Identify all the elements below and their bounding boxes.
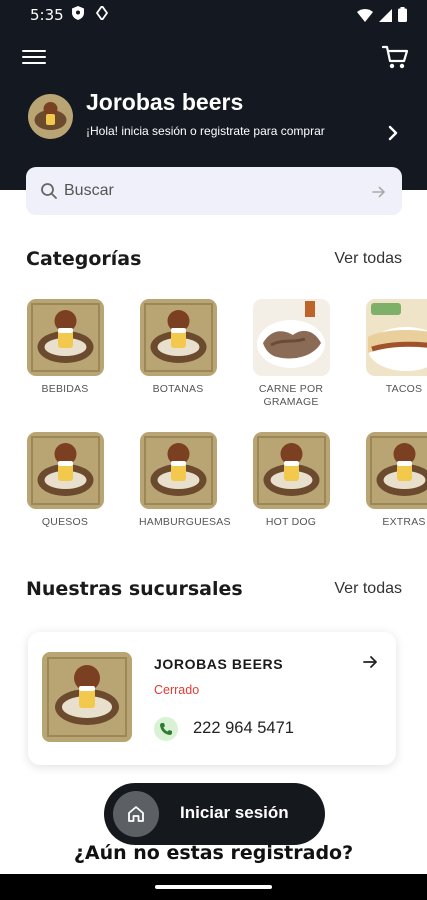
- branch-name: JOROBAS BEERS: [154, 656, 284, 672]
- search-icon: [40, 182, 58, 200]
- battery-icon: [398, 7, 407, 26]
- branches-see-all-link[interactable]: Ver todas: [334, 580, 402, 598]
- menu-icon[interactable]: [22, 46, 46, 66]
- phone-icon[interactable]: [154, 717, 178, 741]
- category-image: [26, 432, 104, 509]
- category-image: [252, 299, 330, 376]
- status-time: 5:35: [30, 6, 64, 24]
- category-item[interactable]: HOT DOG: [252, 432, 330, 529]
- category-item[interactable]: BEBIDAS: [26, 299, 104, 396]
- brand-logo: [28, 94, 73, 139]
- categories-title: Categorías: [26, 248, 142, 270]
- category-label: BEBIDAS: [41, 383, 89, 395]
- category-item[interactable]: CARNE POR GRAMAGE: [252, 299, 330, 409]
- vpn-icon: [95, 4, 109, 23]
- category-item[interactable]: QUESOS: [26, 432, 104, 529]
- category-item[interactable]: EXTRAS: [365, 432, 427, 529]
- status-bar: 5:35: [0, 0, 427, 30]
- branch-phone[interactable]: 222 964 5471: [193, 719, 294, 738]
- home-gesture-handle[interactable]: [155, 885, 272, 889]
- category-item[interactable]: HAMBURGUESAS: [139, 432, 231, 529]
- category-label: TACOS: [385, 383, 423, 395]
- home-icon[interactable]: [113, 791, 159, 837]
- category-label: QUESOS: [41, 516, 89, 528]
- arrow-right-icon[interactable]: [372, 184, 386, 198]
- category-item[interactable]: BOTANAS: [139, 299, 217, 396]
- branch-status: Cerrado: [154, 683, 200, 697]
- categories-see-all-link[interactable]: Ver todas: [334, 250, 402, 268]
- arrow-right-icon[interactable]: [362, 654, 378, 670]
- category-image: [252, 432, 330, 509]
- category-label: CARNE POR GRAMAGE: [258, 383, 324, 408]
- branches-title: Nuestras sucursales: [26, 578, 243, 600]
- shield-icon: [72, 6, 84, 23]
- branch-logo: [42, 652, 132, 742]
- category-label: HOT DOG: [265, 516, 317, 528]
- login-prompt-link[interactable]: ¡Hola! inicia sesión o registrate para c…: [86, 124, 325, 138]
- brand-name: Jorobas beers: [86, 89, 244, 115]
- branch-card[interactable]: JOROBAS BEERS Cerrado 222 964 5471: [28, 632, 396, 765]
- signal-icon: [379, 7, 392, 26]
- category-image: [365, 299, 427, 376]
- category-image: [26, 299, 104, 376]
- login-button[interactable]: Iniciar sesión: [104, 783, 325, 845]
- register-prompt: ¿Aún no estas registrado?: [73, 842, 354, 864]
- search-bar[interactable]: [26, 167, 402, 215]
- system-nav-bar: [0, 874, 427, 900]
- login-button-label: Iniciar sesión: [180, 803, 289, 822]
- chevron-right-icon[interactable]: [387, 125, 399, 141]
- category-item[interactable]: TACOS: [365, 299, 427, 396]
- category-image: [365, 432, 427, 509]
- category-label: BOTANAS: [152, 383, 204, 395]
- wifi-icon: [357, 7, 373, 26]
- search-input[interactable]: [64, 179, 354, 203]
- category-label: EXTRAS: [382, 516, 426, 528]
- category-label: HAMBURGUESAS: [139, 516, 231, 528]
- cart-icon[interactable]: [381, 43, 409, 71]
- category-image: [139, 432, 217, 509]
- category-image: [139, 299, 217, 376]
